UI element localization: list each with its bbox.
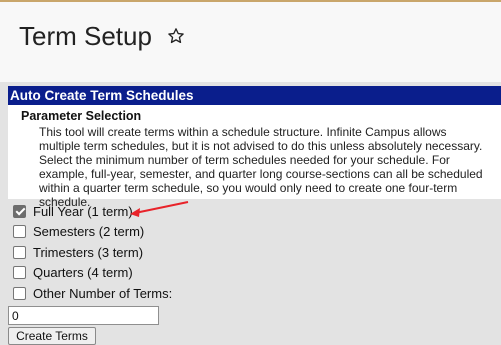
quarters-checkbox[interactable]	[13, 266, 26, 280]
section-header: Auto Create Term Schedules	[8, 86, 501, 105]
other-terms-input[interactable]	[8, 306, 159, 325]
page-header: Term Setup	[0, 0, 501, 82]
option-other-number[interactable]: Other Number of Terms:	[13, 283, 501, 304]
option-quarters[interactable]: Quarters (4 term)	[13, 263, 501, 284]
full-year-checkbox[interactable]	[13, 204, 26, 218]
page-title-text: Term Setup	[19, 21, 152, 51]
option-semesters[interactable]: Semesters (2 term)	[13, 222, 501, 243]
other-number-checkbox[interactable]	[13, 286, 26, 300]
option-full-year[interactable]: Full Year (1 term)	[13, 201, 501, 222]
trimesters-checkbox[interactable]	[13, 245, 26, 259]
create-terms-button[interactable]: Create Terms	[8, 327, 96, 345]
semesters-label: Semesters (2 term)	[33, 224, 145, 240]
page-title: Term Setup	[19, 21, 185, 52]
parameter-description: This tool will create terms within a sch…	[39, 125, 483, 209]
quarters-label: Quarters (4 term)	[33, 265, 133, 281]
term-options: Full Year (1 term) Semesters (2 term) Tr…	[8, 201, 501, 304]
full-year-label: Full Year (1 term)	[33, 203, 133, 219]
trimesters-label: Trimesters (3 term)	[33, 244, 144, 260]
star-icon[interactable]	[167, 21, 185, 52]
parameter-title: Parameter Selection	[21, 109, 142, 123]
other-number-label: Other Number of Terms:	[33, 285, 173, 301]
parameter-panel: Parameter Selection This tool will creat…	[8, 105, 501, 209]
semesters-checkbox[interactable]	[13, 225, 26, 239]
option-trimesters[interactable]: Trimesters (3 term)	[13, 242, 501, 263]
